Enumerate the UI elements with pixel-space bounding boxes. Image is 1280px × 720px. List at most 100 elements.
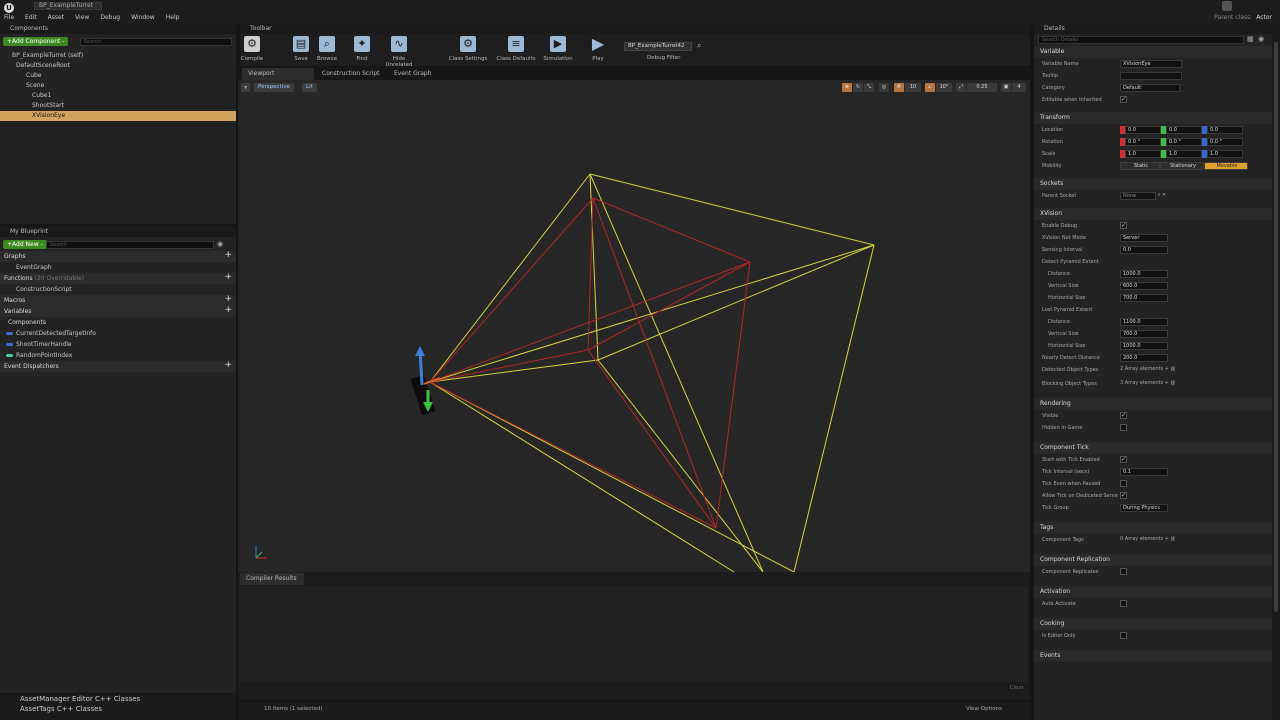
net-mode-select[interactable]: Server — [1120, 234, 1168, 242]
rotation-snap-icon[interactable]: ∠ — [925, 83, 935, 92]
lost-distance-input[interactable]: 1100.0 — [1120, 318, 1168, 326]
nearly-detect-input[interactable]: 200.0 — [1120, 354, 1168, 362]
scale-icon[interactable]: ⤡ — [864, 83, 874, 92]
browse-button[interactable]: ⌕ Browse — [307, 36, 347, 62]
menu-file[interactable]: File — [4, 14, 14, 21]
trash-icon[interactable]: ▥ — [1170, 536, 1175, 542]
hide-unrelated-button[interactable]: ∿ Hide Unrelated — [379, 36, 419, 68]
rotation-x[interactable]: 0.0 ° — [1125, 138, 1161, 146]
menu-view[interactable]: View — [75, 14, 89, 21]
components-category[interactable]: Components — [0, 317, 236, 328]
eye-icon[interactable]: ◉ — [217, 240, 223, 248]
eye-icon[interactable]: ◉ — [1258, 35, 1264, 43]
tooltip-input[interactable] — [1120, 72, 1182, 80]
play-button[interactable]: ▶ Play — [578, 36, 618, 63]
property-matrix-icon[interactable]: ▦ — [1247, 35, 1254, 43]
variables-section[interactable]: Variables + — [0, 306, 236, 317]
variable-section[interactable]: Variable — [1034, 46, 1272, 58]
lost-vertical-input[interactable]: 700.0 — [1120, 330, 1168, 338]
construction-script-item[interactable]: ConstructionScript — [0, 284, 236, 295]
sockets-section[interactable]: Sockets — [1034, 178, 1272, 190]
close-icon[interactable]: ✕ — [1162, 192, 1166, 198]
class-defaults-button[interactable]: ≡ Class Defaults — [494, 36, 538, 62]
clear-button[interactable]: Clear — [1010, 685, 1024, 691]
scale-z[interactable]: 1.0 — [1207, 150, 1243, 158]
world-local-icon[interactable]: ◎ — [879, 83, 889, 92]
tick-dedicated-checkbox[interactable]: ✓ — [1120, 492, 1127, 499]
xvision-section[interactable]: XVision — [1034, 208, 1272, 220]
tree-item-self[interactable]: BP_ExampleTurret (self) — [0, 51, 236, 61]
hidden-in-game-checkbox[interactable] — [1120, 424, 1127, 431]
camera-speed-value[interactable]: 4 — [1012, 83, 1026, 92]
trash-icon[interactable]: ▥ — [1170, 380, 1175, 386]
detect-horizontal-input[interactable]: 700.0 — [1120, 294, 1168, 302]
add-element-icon[interactable]: + — [1165, 366, 1169, 372]
events-section[interactable]: Events — [1034, 650, 1272, 662]
detect-distance-input[interactable]: 1000.0 — [1120, 270, 1168, 278]
add-element-icon[interactable]: + — [1165, 536, 1169, 542]
rendering-section[interactable]: Rendering — [1034, 398, 1272, 410]
replicates-checkbox[interactable] — [1120, 568, 1127, 575]
menu-window[interactable]: Window — [131, 14, 155, 21]
translate-icon[interactable]: ✥ — [842, 83, 852, 92]
functions-section[interactable]: Functions (20 Overridable) + — [0, 273, 236, 284]
trash-icon[interactable]: ▥ — [1170, 366, 1175, 372]
rotate-icon[interactable]: ↻ — [853, 83, 863, 92]
replication-section[interactable]: Component Replication — [1034, 554, 1272, 566]
lost-horizontal-input[interactable]: 1000.0 — [1120, 342, 1168, 350]
viewport-menu-icon[interactable]: ▾ — [241, 83, 250, 92]
class-settings-button[interactable]: ⚙ Class Settings — [446, 36, 490, 62]
event-dispatchers-section[interactable]: Event Dispatchers + — [0, 361, 236, 372]
variable-item[interactable]: ShootTimerHandle — [0, 339, 236, 350]
tree-item-scene[interactable]: Scene — [0, 81, 236, 91]
location-x[interactable]: 0.0 — [1125, 126, 1161, 134]
mobility-static[interactable]: Static — [1120, 162, 1160, 170]
tree-item-cube1[interactable]: Cube1 — [0, 91, 236, 101]
class-folder[interactable]: AssetManager Editor C++ Classes — [0, 694, 236, 704]
add-function-icon[interactable]: + — [224, 273, 232, 282]
rotation-z[interactable]: 0.0 ° — [1207, 138, 1243, 146]
add-new-button[interactable]: +Add New - — [3, 240, 47, 249]
perspective-button[interactable]: Perspective — [254, 83, 294, 92]
menu-debug[interactable]: Debug — [100, 14, 120, 21]
location-y[interactable]: 0.0 — [1166, 126, 1202, 134]
tree-item-xvisioneye[interactable]: XVisionEye — [0, 111, 236, 121]
variable-name-input[interactable]: XVisionEye — [1120, 60, 1182, 68]
find-button[interactable]: ✦ Find — [342, 36, 382, 62]
transform-section[interactable]: Transform — [1034, 112, 1272, 124]
visible-checkbox[interactable]: ✓ — [1120, 412, 1127, 419]
compiler-results-tab[interactable]: Compiler Results — [240, 573, 304, 585]
simulation-button[interactable]: ▶ Simulation — [538, 36, 578, 62]
tree-item-cube[interactable]: Cube — [0, 71, 236, 81]
tick-group-select[interactable]: During Physics — [1120, 504, 1168, 512]
debug-object-select[interactable]: BP_ExampleTurret42 — [624, 42, 692, 51]
add-dispatcher-icon[interactable]: + — [224, 361, 232, 370]
scale-x[interactable]: 1.0 — [1125, 150, 1161, 158]
search-icon[interactable]: ⌕ — [1158, 192, 1161, 198]
add-macro-icon[interactable]: + — [224, 295, 232, 304]
scale-snap-value[interactable]: 0.25 — [967, 83, 997, 92]
user-icon[interactable] — [1222, 1, 1232, 11]
rotation-y[interactable]: 0.0 ° — [1166, 138, 1202, 146]
event-graph-item[interactable]: EventGraph — [0, 262, 236, 273]
graphs-section[interactable]: Graphs + — [0, 251, 236, 262]
scale-y[interactable]: 1.0 — [1166, 150, 1202, 158]
viewport[interactable]: ▾ Perspective Lit ✥ ↻ ⤡ ◎ # 10 ∠ 10° ⤢ 0… — [238, 80, 1030, 572]
scrollbar-thumb[interactable] — [1274, 42, 1278, 612]
class-folder[interactable]: AssetTags C++ Classes — [0, 704, 236, 714]
grid-snap-icon[interactable]: # — [894, 83, 904, 92]
tree-item-defaultsceneroot[interactable]: DefaultSceneRoot — [0, 61, 236, 71]
add-graph-icon[interactable]: + — [224, 251, 232, 260]
mobility-stationary[interactable]: Stationary — [1160, 162, 1204, 170]
grid-snap-value[interactable]: 10 — [905, 83, 921, 92]
parent-socket-input[interactable]: None — [1120, 192, 1156, 200]
auto-activate-checkbox[interactable] — [1120, 600, 1127, 607]
tags-section[interactable]: Tags — [1034, 522, 1272, 534]
detect-vertical-input[interactable]: 600.0 — [1120, 282, 1168, 290]
details-search-input[interactable]: Search Details — [1038, 36, 1244, 44]
enable-debug-checkbox[interactable]: ✓ — [1120, 222, 1127, 229]
menu-edit[interactable]: Edit — [25, 14, 37, 21]
tab-event-graph[interactable]: Event Graph — [388, 68, 438, 80]
tab-viewport[interactable]: Viewport — [242, 68, 314, 80]
start-tick-checkbox[interactable]: ✓ — [1120, 456, 1127, 463]
